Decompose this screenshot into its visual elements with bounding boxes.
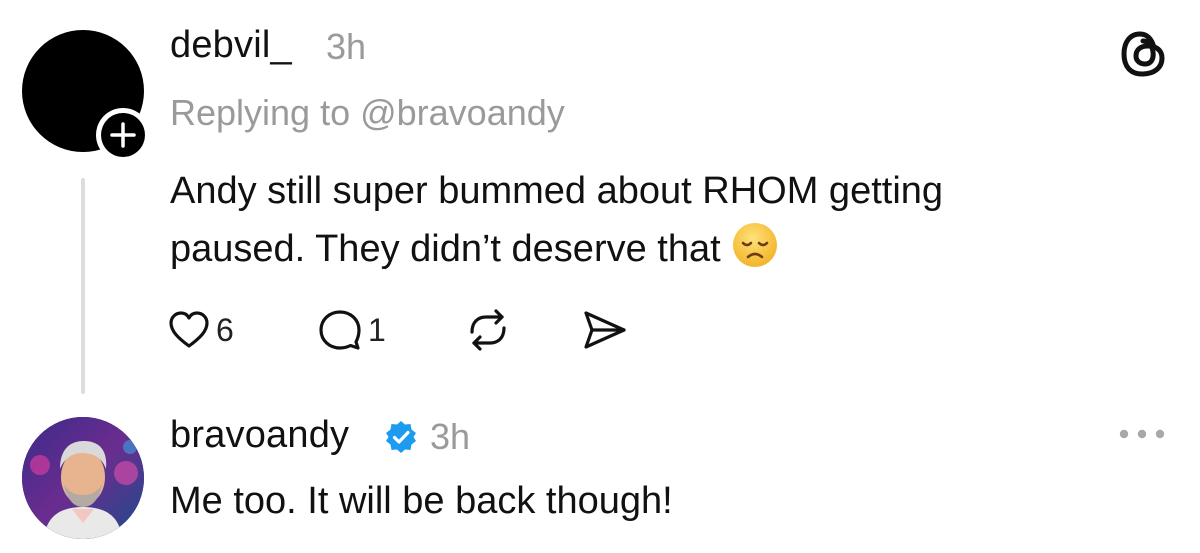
- disappointed-face-icon: [732, 223, 777, 267]
- verified-badge-icon: [386, 421, 416, 453]
- reply-button[interactable]: 1: [318, 308, 386, 352]
- plus-icon: [110, 122, 136, 148]
- replying-to-label[interactable]: Replying to @bravoandy: [170, 92, 565, 134]
- reply-count: 1: [368, 311, 386, 348]
- post-text-line-2-content: paused. They didn’t deserve that: [170, 228, 721, 270]
- send-icon: [584, 311, 626, 349]
- repost-icon: [470, 309, 506, 351]
- share-button[interactable]: [582, 308, 628, 352]
- follow-button[interactable]: [96, 108, 150, 162]
- profile-photo-image: [22, 417, 144, 539]
- repost-button[interactable]: [464, 308, 512, 352]
- reply-text: Me too. It will be back though!: [170, 480, 673, 522]
- avatar-bravoandy[interactable]: [22, 417, 144, 539]
- post-timestamp: 3h: [326, 26, 367, 67]
- like-count: 6: [216, 311, 234, 348]
- thread-connector-line: [81, 178, 85, 394]
- post-username[interactable]: debvil_: [170, 24, 292, 67]
- reply-username[interactable]: bravoandy: [170, 414, 349, 457]
- heart-icon: [169, 311, 209, 348]
- post-text-line-1: Andy still super bummed about RHOM getti…: [170, 170, 944, 212]
- more-options-icon[interactable]: [1118, 428, 1166, 440]
- like-button[interactable]: 6: [168, 308, 234, 352]
- comment-icon: [319, 310, 361, 350]
- post-text-line-2: paused. They didn’t deserve that: [170, 220, 779, 278]
- reply-timestamp: 3h: [430, 416, 471, 457]
- threads-logo-icon[interactable]: [1118, 28, 1168, 80]
